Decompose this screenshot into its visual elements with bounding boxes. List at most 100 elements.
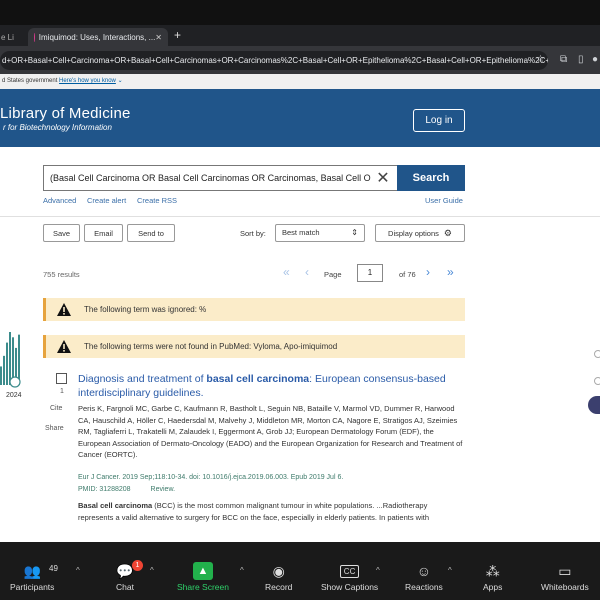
warning-icon <box>57 340 71 353</box>
snippet-highlight: Basal cell carcinoma <box>78 501 153 510</box>
sort-select[interactable]: Best match ⇕ <box>275 224 365 242</box>
create-rss-link[interactable]: Create RSS <box>137 196 177 205</box>
page-number-input[interactable]: 1 <box>357 264 383 282</box>
article-type: Review. <box>150 486 176 493</box>
top-black-band <box>0 0 600 25</box>
login-button[interactable]: Log in <box>413 109 465 132</box>
share-button[interactable]: Share <box>45 425 64 432</box>
record-button[interactable]: ◉ Record <box>265 562 292 592</box>
send-to-button[interactable]: Send to <box>127 224 175 242</box>
cite-button[interactable]: Cite <box>50 405 62 412</box>
title-part: Diagnosis and treatment of <box>78 373 207 385</box>
url-field[interactable]: d+OR+Basal+Cell+Carcinoma+OR+Basal+Cell+… <box>0 51 548 70</box>
pmid-text: PMID: 31288208 <box>78 486 131 493</box>
divider <box>0 216 600 217</box>
search-query-text: (Basal Cell Carcinoma OR Basal Cell Carc… <box>50 173 371 183</box>
chevron-down-icon: ⌄ <box>117 78 123 84</box>
gear-icon: ⚙ <box>443 227 452 238</box>
total-pages: of 76 <box>399 270 416 279</box>
participants-label: Participants <box>10 582 55 592</box>
show-captions-button[interactable]: CC Show Captions <box>321 562 378 592</box>
chat-badge: 1 <box>132 560 143 571</box>
advanced-search-link[interactable]: Advanced <box>43 196 76 205</box>
results-count: 755 results <box>43 270 80 279</box>
zoom-meeting-toolbar: 👥 Participants 49 ^ 💬 Chat 1 ^ ▲ Share S… <box>0 542 600 600</box>
reactions-icon: ☺ <box>416 563 432 579</box>
tab-label: e Li <box>1 32 14 42</box>
timeline-bar <box>3 355 5 385</box>
timeline-bar <box>6 342 8 385</box>
article-number: 1 <box>60 388 64 395</box>
search-button[interactable]: Search <box>397 165 465 191</box>
warning-text: The following terms were not found in Pu… <box>84 342 338 351</box>
logo-title[interactable]: Library of Medicine <box>0 105 131 122</box>
apps-icon: ⁂ <box>485 563 500 579</box>
gov-banner-text: d States government <box>2 78 58 84</box>
screen: e Li Imiquimod: Uses, Interactions, ... … <box>0 0 600 600</box>
new-tab-button[interactable]: + <box>174 28 181 42</box>
share-screen-icon: ▲ <box>192 562 213 580</box>
previous-page-icon[interactable]: ‹ <box>305 265 309 279</box>
share-screen-label: Share Screen <box>177 582 229 592</box>
page-label: Page <box>324 270 342 279</box>
first-page-icon[interactable]: « <box>283 265 290 279</box>
nlm-header: Library of Medicine r for Biotechnology … <box>0 89 600 147</box>
logo-subtitle: r for Biotechnology Information <box>3 123 112 132</box>
browser-tab-bar: e Li Imiquimod: Uses, Interactions, ... … <box>0 25 600 46</box>
browser-tab-active[interactable]: Imiquimod: Uses, Interactions, ... ✕ <box>28 28 168 46</box>
display-options-button[interactable]: Display options ⚙ <box>375 224 465 242</box>
warning-banner: The following term was ignored: % <box>43 298 465 321</box>
clear-search-icon[interactable]: ✕ <box>371 166 395 190</box>
last-page-icon[interactable]: » <box>447 265 454 279</box>
chevron-up-icon[interactable]: ^ <box>150 566 154 575</box>
search-input[interactable]: (Basal Cell Carcinoma OR Basal Cell Carc… <box>43 165 397 191</box>
bookmark-star-icon[interactable]: ☆ <box>536 54 545 65</box>
reactions-button[interactable]: ☺ Reactions <box>405 562 443 592</box>
article-authors: Peris K, Fargnoli MC, Garbe C, Kaufmann … <box>78 404 463 459</box>
save-button[interactable]: Save <box>43 224 80 242</box>
chevron-up-icon[interactable]: ^ <box>76 566 80 575</box>
floating-widget[interactable] <box>594 377 600 385</box>
captions-icon: CC <box>339 565 360 578</box>
gov-banner: d States government Here's how you know … <box>0 74 600 89</box>
drugs-favicon-icon <box>34 32 35 42</box>
close-tab-icon[interactable]: ✕ <box>155 33 162 42</box>
sort-value: Best match <box>282 228 320 237</box>
timeline-end-year: 2024 <box>6 392 22 399</box>
article-citation: Eur J Cancer. 2019 Sep;118:10-34. doi: 1… <box>78 474 344 481</box>
floating-assistant-icon[interactable] <box>588 396 600 414</box>
chevron-up-icon[interactable]: ^ <box>448 566 452 575</box>
record-icon: ◉ <box>272 563 285 579</box>
whiteboards-button[interactable]: ▭ Whiteboards <box>541 562 589 592</box>
profile-avatar-icon[interactable]: ● <box>592 54 598 65</box>
article-title-link[interactable]: Diagnosis and treatment of basal cell ca… <box>78 372 458 400</box>
warning-icon <box>57 303 71 316</box>
record-label: Record <box>265 582 293 592</box>
chevron-up-icon[interactable]: ^ <box>376 566 380 575</box>
reactions-label: Reactions <box>405 582 443 592</box>
create-alert-link[interactable]: Create alert <box>87 196 126 205</box>
user-guide-link[interactable]: User Guide <box>425 196 463 205</box>
heres-how-you-know-link[interactable]: Here's how you know <box>59 78 116 84</box>
timeline-bar <box>0 366 2 385</box>
chevron-up-icon[interactable]: ^ <box>240 566 244 575</box>
extensions-icon[interactable]: ⧉ <box>560 54 567 65</box>
email-button[interactable]: Email <box>84 224 123 242</box>
floating-widget[interactable] <box>594 350 600 358</box>
next-page-icon[interactable]: › <box>426 265 430 279</box>
article-pmid: PMID: 31288208 Review. <box>78 486 175 493</box>
sidebar-icon[interactable]: ▯ <box>578 54 584 65</box>
timeline-slider-handle[interactable] <box>9 376 21 388</box>
apps-button[interactable]: ⁂ Apps <box>483 562 502 592</box>
article-select-checkbox[interactable] <box>56 373 67 384</box>
browser-tab-partial[interactable]: e Li <box>0 29 25 45</box>
share-screen-button[interactable]: ▲ Share Screen <box>177 562 229 592</box>
apps-label: Apps <box>483 582 503 592</box>
tab-label: Imiquimod: Uses, Interactions, ... <box>38 32 156 42</box>
title-highlight: basal cell carcinoma <box>206 373 310 385</box>
whiteboard-icon: ▭ <box>558 563 572 579</box>
chat-label: Chat <box>116 582 134 592</box>
warning-text: The following term was ignored: % <box>84 305 207 314</box>
participants-button[interactable]: 👥 Participants <box>10 562 54 592</box>
browser-address-bar: d+OR+Basal+Cell+Carcinoma+OR+Basal+Cell+… <box>0 46 600 74</box>
